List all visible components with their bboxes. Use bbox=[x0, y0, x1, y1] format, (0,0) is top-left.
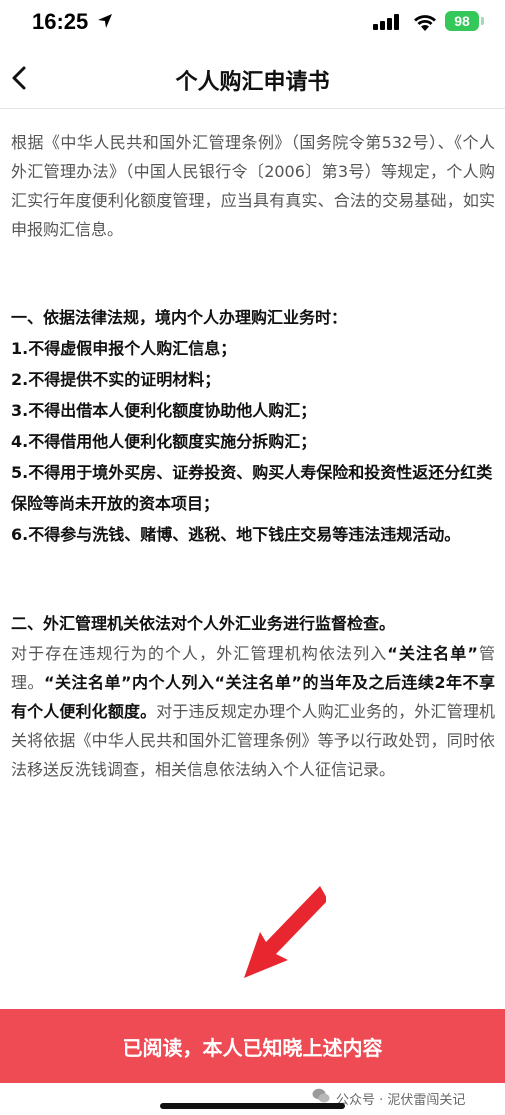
cellular-signal-icon bbox=[373, 14, 401, 34]
battery-tip bbox=[481, 17, 484, 25]
page-title: 个人购汇申请书 bbox=[175, 70, 330, 95]
status-time: 16:25 bbox=[32, 9, 89, 34]
rule-item: 3.不得出借本人便利化额度协助他人购汇； bbox=[11, 401, 317, 420]
intro-paragraph: 根据《中华人民共和国外汇管理条例》（国务院令第532号）、《个人外汇管理办法》（… bbox=[11, 133, 495, 239]
confirm-read-button[interactable]: 已阅读，本人已知晓上述内容 bbox=[0, 1009, 505, 1083]
rule-item: 4.不得借用他人便利化额度实施分拆购汇； bbox=[11, 432, 317, 451]
rule-item: 2.不得提供不实的证明材料； bbox=[11, 370, 221, 389]
rule-item: 6.不得参与洗钱、赌博、逃税、地下钱庄交易等违法违规活动。 bbox=[11, 525, 461, 544]
red-arrow-annotation bbox=[244, 886, 326, 978]
agreement-content: 根据《中华人民共和国外汇管理条例》（国务院令第532号）、《个人外汇管理办法》（… bbox=[11, 128, 495, 784]
rule-item: 1.不得虚假申报个人购汇信息； bbox=[11, 339, 237, 358]
location-arrow-icon bbox=[96, 12, 114, 34]
section2-text-a: 对于存在违规行为的个人，外汇管理机构依法列入 bbox=[11, 644, 388, 663]
status-bar: 16:25 98 bbox=[0, 0, 505, 46]
nav-bar: 个人购汇申请书 bbox=[0, 48, 505, 109]
watermark-text: 公众号 · 泥伏雷闯关记 bbox=[336, 1092, 466, 1108]
section1-title: 一、依据法律法规，境内个人办理购汇业务时： bbox=[11, 308, 348, 327]
section2-title: 二、外汇管理机关依法对个人外汇业务进行监督检查。 bbox=[11, 614, 396, 633]
watchlist-term: “关注名单” bbox=[387, 644, 478, 663]
battery-icon: 98 bbox=[445, 11, 479, 31]
rule-item: 5.不得用于境外买房、证券投资、购买人寿保险和投资性返还分红类保险等尚未开放的资… bbox=[11, 463, 493, 513]
wifi-icon bbox=[412, 12, 438, 36]
section2-paragraph: 对于存在违规行为的个人，外汇管理机构依法列入“关注名单”管理。“关注名单”内个人… bbox=[11, 639, 495, 784]
home-indicator[interactable] bbox=[160, 1103, 345, 1109]
